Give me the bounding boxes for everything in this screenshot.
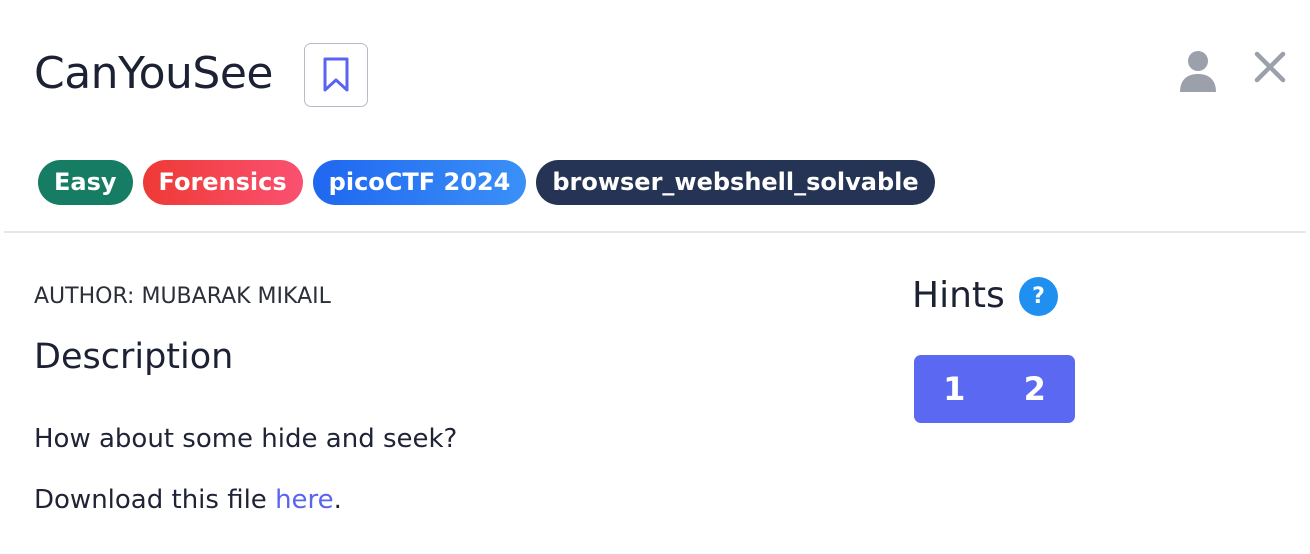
download-prefix: Download this file — [34, 485, 276, 515]
hint-1-button[interactable]: 1 — [914, 355, 995, 423]
download-line: Download this file here. — [34, 482, 342, 518]
bookmark-button[interactable] — [304, 43, 368, 107]
user-icon[interactable] — [1178, 50, 1218, 94]
download-link[interactable]: here — [275, 485, 334, 515]
hints-heading: Hints — [912, 275, 1005, 316]
tag-event[interactable]: picoCTF 2024 — [312, 160, 527, 205]
tag-category[interactable]: Forensics — [142, 160, 303, 205]
description-text: How about some hide and seek? — [34, 424, 458, 454]
bookmark-icon — [323, 57, 349, 92]
question-icon[interactable]: ? — [1019, 277, 1058, 316]
tag-list: Easy Forensics picoCTF 2024 browser_webs… — [38, 160, 935, 205]
challenge-title: CanYouSee — [34, 48, 273, 99]
download-suffix: . — [333, 485, 342, 515]
close-icon[interactable] — [1254, 51, 1286, 83]
hint-2-button[interactable]: 2 — [995, 355, 1076, 423]
description-heading: Description — [34, 337, 234, 377]
tag-webshell[interactable]: browser_webshell_solvable — [536, 160, 935, 205]
tag-difficulty[interactable]: Easy — [38, 160, 133, 205]
author-label: AUTHOR: MUBARAK MIKAIL — [34, 284, 331, 309]
header-divider — [4, 231, 1306, 233]
hint-button-group: 1 2 — [914, 355, 1075, 423]
